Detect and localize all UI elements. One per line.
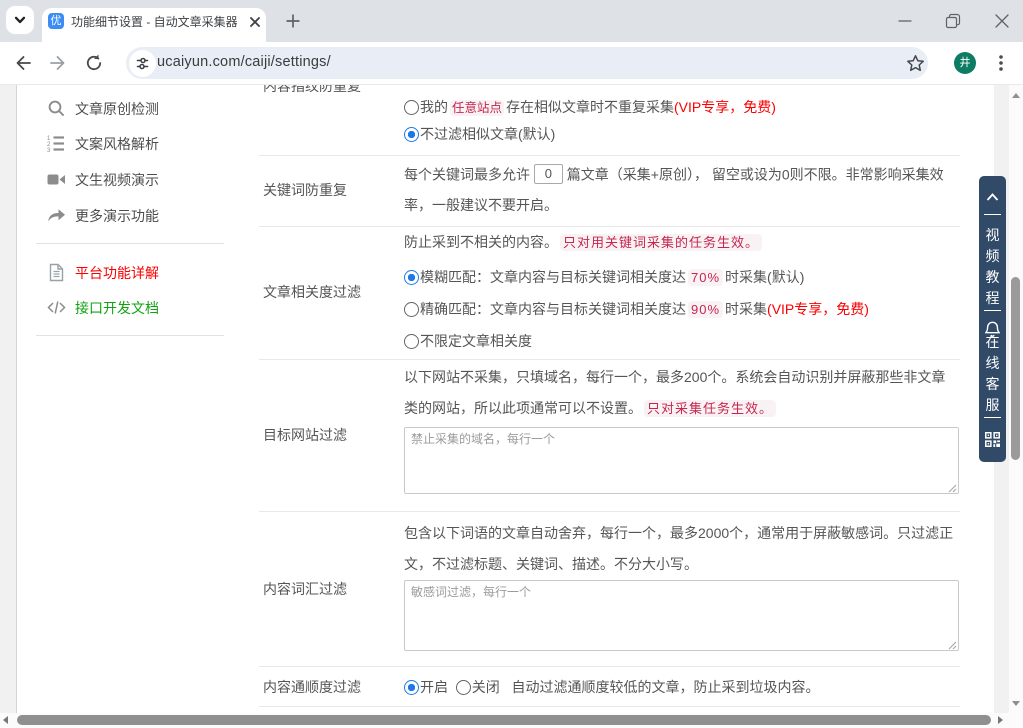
svg-text:3: 3 [47, 148, 51, 153]
